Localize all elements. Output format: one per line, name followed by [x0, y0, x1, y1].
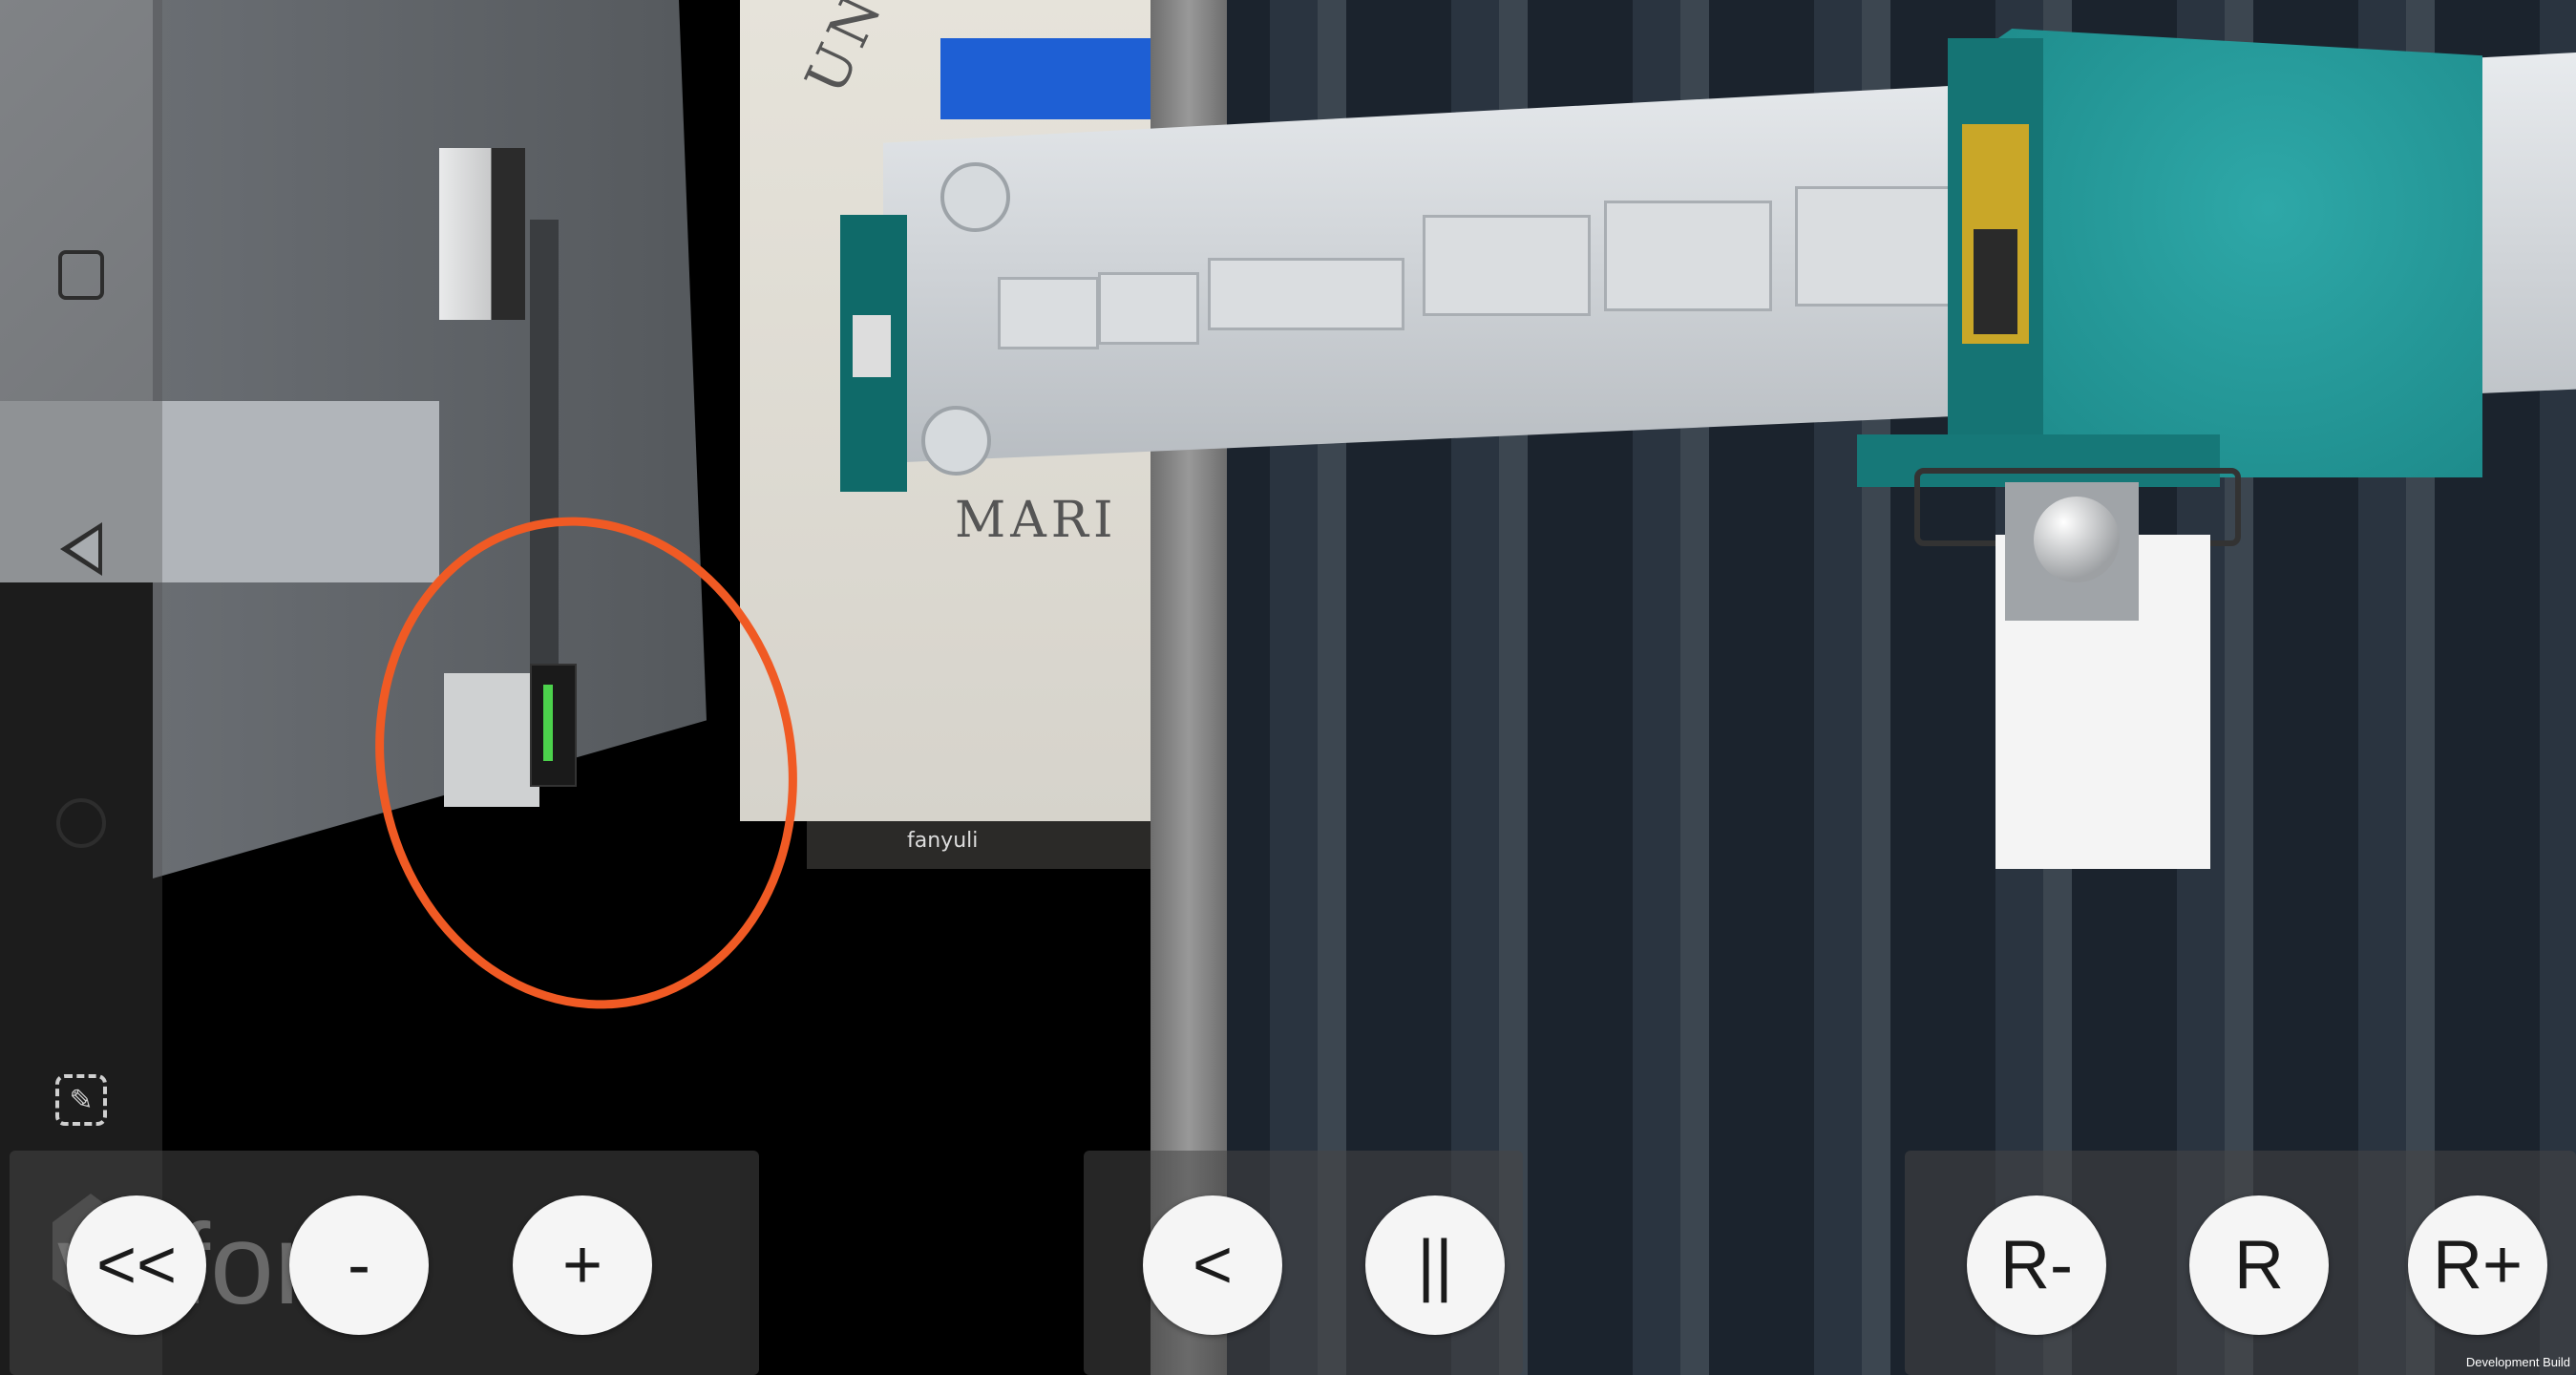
rotate-button[interactable]: R [2189, 1195, 2329, 1335]
rotate-right-button[interactable]: R+ [2408, 1195, 2547, 1335]
sensor-top [439, 148, 525, 320]
gripper-ball [2034, 497, 2120, 582]
square-icon [58, 250, 104, 300]
pause-button[interactable]: || [1365, 1195, 1505, 1335]
bolt-icon [921, 406, 991, 476]
rotate-left-button[interactable]: R- [1967, 1195, 2106, 1335]
back-button[interactable] [53, 520, 110, 578]
home-button[interactable] [53, 794, 110, 852]
document-blue-bar [940, 38, 1151, 119]
screenshot-edit-button[interactable]: ✎ [53, 1071, 110, 1129]
recent-apps-button[interactable] [53, 246, 110, 304]
beam-slot [1098, 272, 1199, 345]
zoom-out-button[interactable]: - [289, 1195, 429, 1335]
beam-slot [998, 277, 1099, 349]
zoom-in-button[interactable]: + [513, 1195, 652, 1335]
bolt-icon [940, 162, 1010, 232]
document-taskbar [807, 821, 1208, 869]
warning-label [1962, 124, 2029, 344]
beam-slot [1208, 258, 1404, 330]
triangle-back-icon [60, 522, 102, 576]
circle-home-icon [56, 798, 106, 848]
beam-slot [1795, 186, 1953, 307]
beam-slot [1423, 215, 1591, 316]
document-taskbar-label: fanyuli [907, 829, 979, 853]
pencil-icon: ✎ [55, 1074, 107, 1126]
previous-button[interactable]: < [1143, 1195, 1282, 1335]
beam-slot [1604, 201, 1772, 311]
back-fast-button[interactable]: << [67, 1195, 206, 1335]
arrows-icon [853, 315, 891, 377]
development-build-label: Development Build [2465, 1355, 2570, 1369]
document-bottom-text: MARI [955, 492, 1118, 549]
